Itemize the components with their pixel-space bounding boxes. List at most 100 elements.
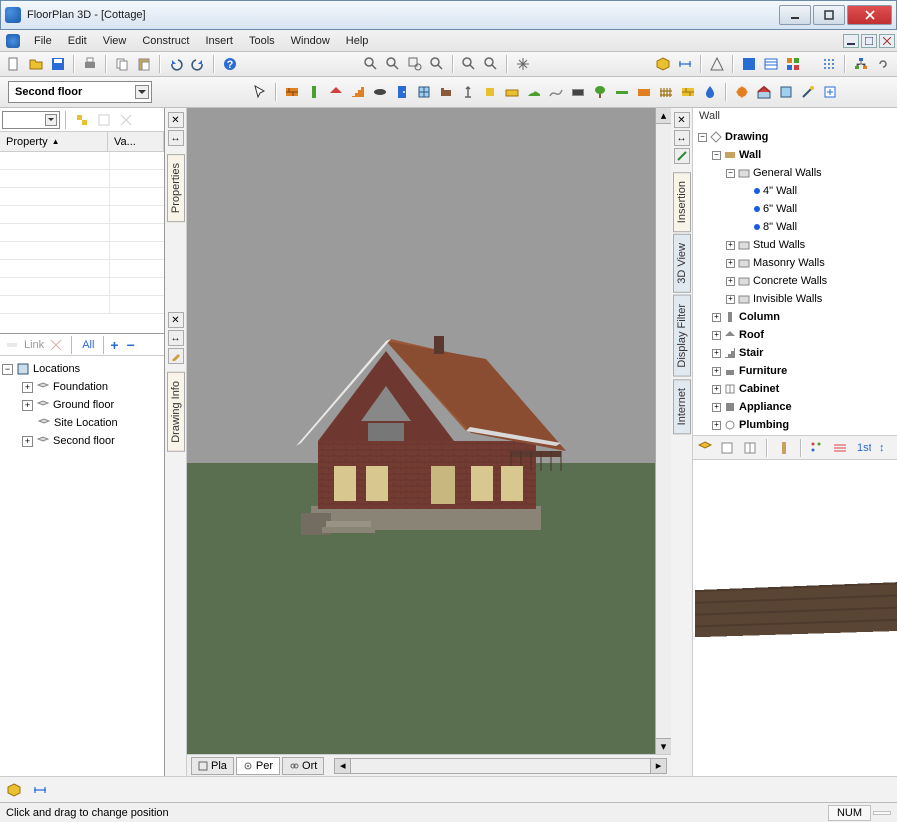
layers-icon[interactable] (761, 54, 781, 74)
scroll-right-icon[interactable]: ▸ (650, 759, 666, 773)
text-tool-icon[interactable] (502, 82, 522, 102)
expand-icon[interactable]: + (712, 385, 721, 394)
scroll-down-icon[interactable]: ▾ (656, 738, 671, 754)
tree-item-site-location[interactable]: Site Location (2, 414, 162, 432)
help-icon[interactable]: ? (220, 54, 240, 74)
dotgrid-icon[interactable] (819, 54, 839, 74)
catalog-item-concrete[interactable]: +Concrete Walls (695, 272, 895, 290)
prop-tool-2-icon[interactable] (94, 110, 114, 130)
zoom-out-icon[interactable] (383, 54, 403, 74)
wand-icon[interactable] (798, 82, 818, 102)
tab-plan[interactable]: Pla (191, 757, 234, 775)
grid-icon[interactable] (739, 54, 759, 74)
fence-tool-icon[interactable] (656, 82, 676, 102)
furniture-tool-icon[interactable] (436, 82, 456, 102)
path-tool-icon[interactable] (546, 82, 566, 102)
expand-icon[interactable]: + (712, 349, 721, 358)
expand-icon[interactable]: + (726, 295, 735, 304)
expand-icon[interactable]: + (22, 400, 33, 411)
catalog-item-8wall[interactable]: 8" Wall (695, 218, 895, 236)
menu-construct[interactable]: Construct (134, 33, 197, 49)
cat-tool-2-icon[interactable] (718, 438, 738, 458)
menu-edit[interactable]: Edit (60, 33, 95, 49)
zoom-in-icon[interactable] (361, 54, 381, 74)
prop-tool-3-icon[interactable] (116, 110, 136, 130)
expand-icon[interactable]: + (712, 331, 721, 340)
pointer-icon[interactable] (250, 82, 270, 102)
redo-icon[interactable] (188, 54, 208, 74)
vtab-display-filter[interactable]: Display Filter (673, 295, 691, 377)
viewport-vscroll[interactable]: ▴ ▾ (655, 108, 671, 754)
expand-icon[interactable]: + (712, 421, 721, 430)
3d-view-icon[interactable] (653, 54, 673, 74)
menu-tools[interactable]: Tools (241, 33, 283, 49)
plant-tool-icon[interactable] (590, 82, 610, 102)
options-icon[interactable] (783, 54, 803, 74)
stair-tool-icon[interactable] (348, 82, 368, 102)
gutter-close-icon-r[interactable]: ✕ (674, 112, 690, 128)
slab-tool-icon[interactable] (370, 82, 390, 102)
wall-brick-icon[interactable] (678, 82, 698, 102)
mdi-restore[interactable] (861, 34, 877, 48)
catalog-item-furniture[interactable]: +Furniture (695, 362, 895, 380)
mdi-minimize[interactable] (843, 34, 859, 48)
house-icon[interactable] (754, 82, 774, 102)
vtab-insertion[interactable]: Insertion (673, 172, 691, 232)
column-tool-icon[interactable] (304, 82, 324, 102)
collapse-icon[interactable]: − (712, 151, 721, 160)
catalog-item-6wall[interactable]: 6" Wall (695, 200, 895, 218)
maximize-button[interactable] (813, 5, 845, 25)
catalog-item-cabinet[interactable]: +Cabinet (695, 380, 895, 398)
save-icon[interactable] (48, 54, 68, 74)
terrain-tool-icon[interactable] (524, 82, 544, 102)
menu-insert[interactable]: Insert (197, 33, 241, 49)
gutter-expand-icon-2[interactable]: ↔ (168, 330, 184, 346)
tab-perspective[interactable]: Per (236, 757, 280, 775)
scroll-up-icon[interactable]: ▴ (656, 108, 671, 124)
menu-help[interactable]: Help (338, 33, 377, 49)
value-col-header[interactable]: Va... (108, 132, 164, 151)
materials-icon[interactable] (776, 82, 796, 102)
locations-tree[interactable]: − Locations + Foundation + Ground floor (0, 356, 164, 776)
cat-tool-3-icon[interactable] (740, 438, 760, 458)
close-button[interactable] (847, 5, 892, 25)
property-filter-combo[interactable] (2, 111, 60, 129)
snap-icon[interactable] (707, 54, 727, 74)
menu-window[interactable]: Window (283, 33, 338, 49)
vtab-3d-view[interactable]: 3D View (673, 234, 691, 293)
window-tool-icon[interactable] (414, 82, 434, 102)
render-icon[interactable] (732, 82, 752, 102)
link-tool-icon[interactable] (2, 335, 22, 355)
vtab-internet[interactable]: Internet (673, 379, 691, 434)
expand-icon[interactable]: + (726, 277, 735, 286)
light-tool-icon[interactable] (480, 82, 500, 102)
menu-file[interactable]: File (26, 33, 60, 49)
roof-tool-icon[interactable] (326, 82, 346, 102)
drop-tool-icon[interactable] (700, 82, 720, 102)
bot-dim-icon[interactable] (30, 780, 50, 800)
open-icon[interactable] (26, 54, 46, 74)
collapse-icon[interactable]: − (726, 169, 735, 178)
cat-tool-7-icon[interactable]: 1st (853, 438, 873, 458)
export-icon[interactable] (820, 82, 840, 102)
zoom-extents-icon[interactable] (459, 54, 479, 74)
fill-tool-icon[interactable] (634, 82, 654, 102)
minimize-button[interactable] (779, 5, 811, 25)
zoom-window-icon[interactable] (405, 54, 425, 74)
new-icon[interactable] (4, 54, 24, 74)
bot-3d-icon[interactable] (4, 780, 24, 800)
collapse-icon[interactable]: − (698, 133, 707, 142)
gutter-expand-icon[interactable]: ↔ (168, 130, 184, 146)
expand-icon[interactable]: + (712, 313, 721, 322)
gutter-tool-icon-r[interactable] (674, 148, 690, 164)
viewport-hscroll[interactable]: ◂ ▸ (334, 758, 667, 774)
camera-tool-icon[interactable] (458, 82, 478, 102)
zoom-fit-icon[interactable] (427, 54, 447, 74)
expand-icon[interactable]: + (712, 403, 721, 412)
expand-icon[interactable]: + (22, 382, 33, 393)
menu-view[interactable]: View (95, 33, 135, 49)
delete-link-icon[interactable] (46, 335, 66, 355)
gutter-edit-icon[interactable] (168, 348, 184, 364)
3d-viewport[interactable] (187, 108, 655, 754)
gutter-close-icon[interactable]: ✕ (168, 112, 184, 128)
